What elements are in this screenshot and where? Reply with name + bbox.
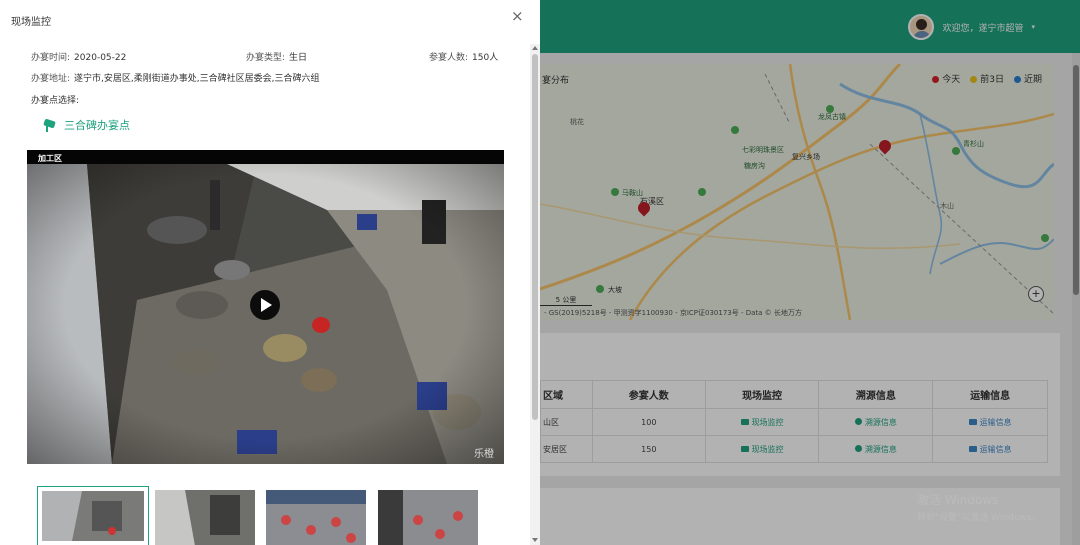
play-icon[interactable] <box>250 290 280 320</box>
event-point-name: 三合碑办宴点 <box>64 119 130 132</box>
event-people: 参宴人数: 150人 <box>429 53 499 63</box>
camera-thumbnail-4[interactable] <box>378 490 478 545</box>
scroll-up-icon[interactable] <box>532 46 538 50</box>
scroll-down-icon[interactable] <box>532 538 538 542</box>
close-icon[interactable]: × <box>511 9 524 24</box>
windows-activation-watermark: 激活 Windows 转到"设置"以激活 Windows。 <box>917 493 1041 523</box>
camera-thumbnails <box>37 486 507 545</box>
camera-thumbnail-1[interactable] <box>37 486 149 545</box>
event-point-label: 办宴点选择: <box>31 96 80 106</box>
modal-scrollbar-thumb[interactable] <box>532 54 538 420</box>
camera-icon <box>44 119 59 132</box>
thumbnail-image <box>266 490 366 545</box>
monitor-modal: 现场监控 × 办宴时间: 2020-05-22 办宴类型: 生日 参宴人数: 150人… <box>0 0 540 545</box>
video-watermark: 乐橙 <box>474 449 494 460</box>
camera-thumbnail-3[interactable] <box>266 490 366 545</box>
thumbnail-image <box>378 490 478 545</box>
event-date: 办宴时间: 2020-05-22 <box>31 53 127 63</box>
video-player[interactable]: 加工区 乐橙 <box>27 150 504 464</box>
thumbnail-image <box>42 491 144 541</box>
video-label: 加工区 <box>38 154 62 163</box>
event-type: 办宴类型: 生日 <box>246 53 308 63</box>
video-title-bar <box>27 150 504 164</box>
thumbnail-image <box>155 490 255 545</box>
modal-scrollbar[interactable] <box>530 44 540 545</box>
modal-title: 现场监控 <box>11 17 51 28</box>
camera-thumbnail-2[interactable] <box>155 490 255 545</box>
event-address: 办宴地址: 遂宁市,安居区,柔刚街道办事处,三合碑社区居委会,三合碑六组 <box>31 74 320 84</box>
event-point-item[interactable]: 三合碑办宴点 <box>44 117 130 133</box>
